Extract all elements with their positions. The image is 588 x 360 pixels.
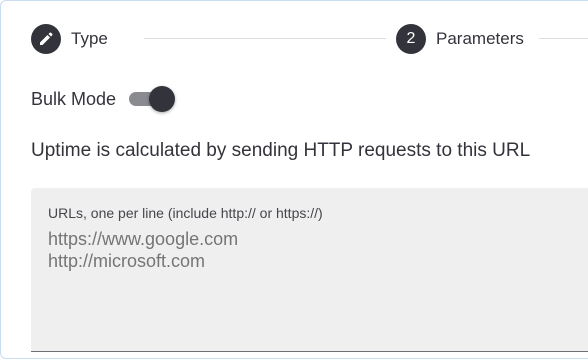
- pencil-icon: [40, 32, 53, 45]
- stepper: Type 2 Parameters: [31, 24, 588, 54]
- bulk-mode-label: Bulk Mode: [31, 88, 117, 109]
- urls-field[interactable]: URLs, one per line (include http:// or h…: [31, 188, 588, 352]
- step-connector: [144, 38, 386, 39]
- urls-field-label: URLs, one per line (include http:// or h…: [48, 205, 323, 221]
- bulk-mode-row: Bulk Mode: [31, 85, 176, 113]
- step-type-circle: [31, 24, 61, 54]
- uptime-description: Uptime is calculated by sending HTTP req…: [31, 140, 531, 161]
- bulk-mode-toggle[interactable]: [129, 86, 176, 112]
- step-type-label: Type: [71, 29, 108, 48]
- wizard-card: Type 2 Parameters Bulk Mode Uptime is ca…: [0, 0, 588, 359]
- step-parameters[interactable]: 2 Parameters: [396, 24, 524, 54]
- step-type[interactable]: Type: [31, 24, 108, 54]
- step-parameters-number: 2: [396, 24, 426, 54]
- toggle-thumb: [149, 86, 176, 112]
- urls-textarea[interactable]: [48, 228, 568, 338]
- step-parameters-label: Parameters: [436, 29, 524, 48]
- step-connector-next: [539, 38, 588, 39]
